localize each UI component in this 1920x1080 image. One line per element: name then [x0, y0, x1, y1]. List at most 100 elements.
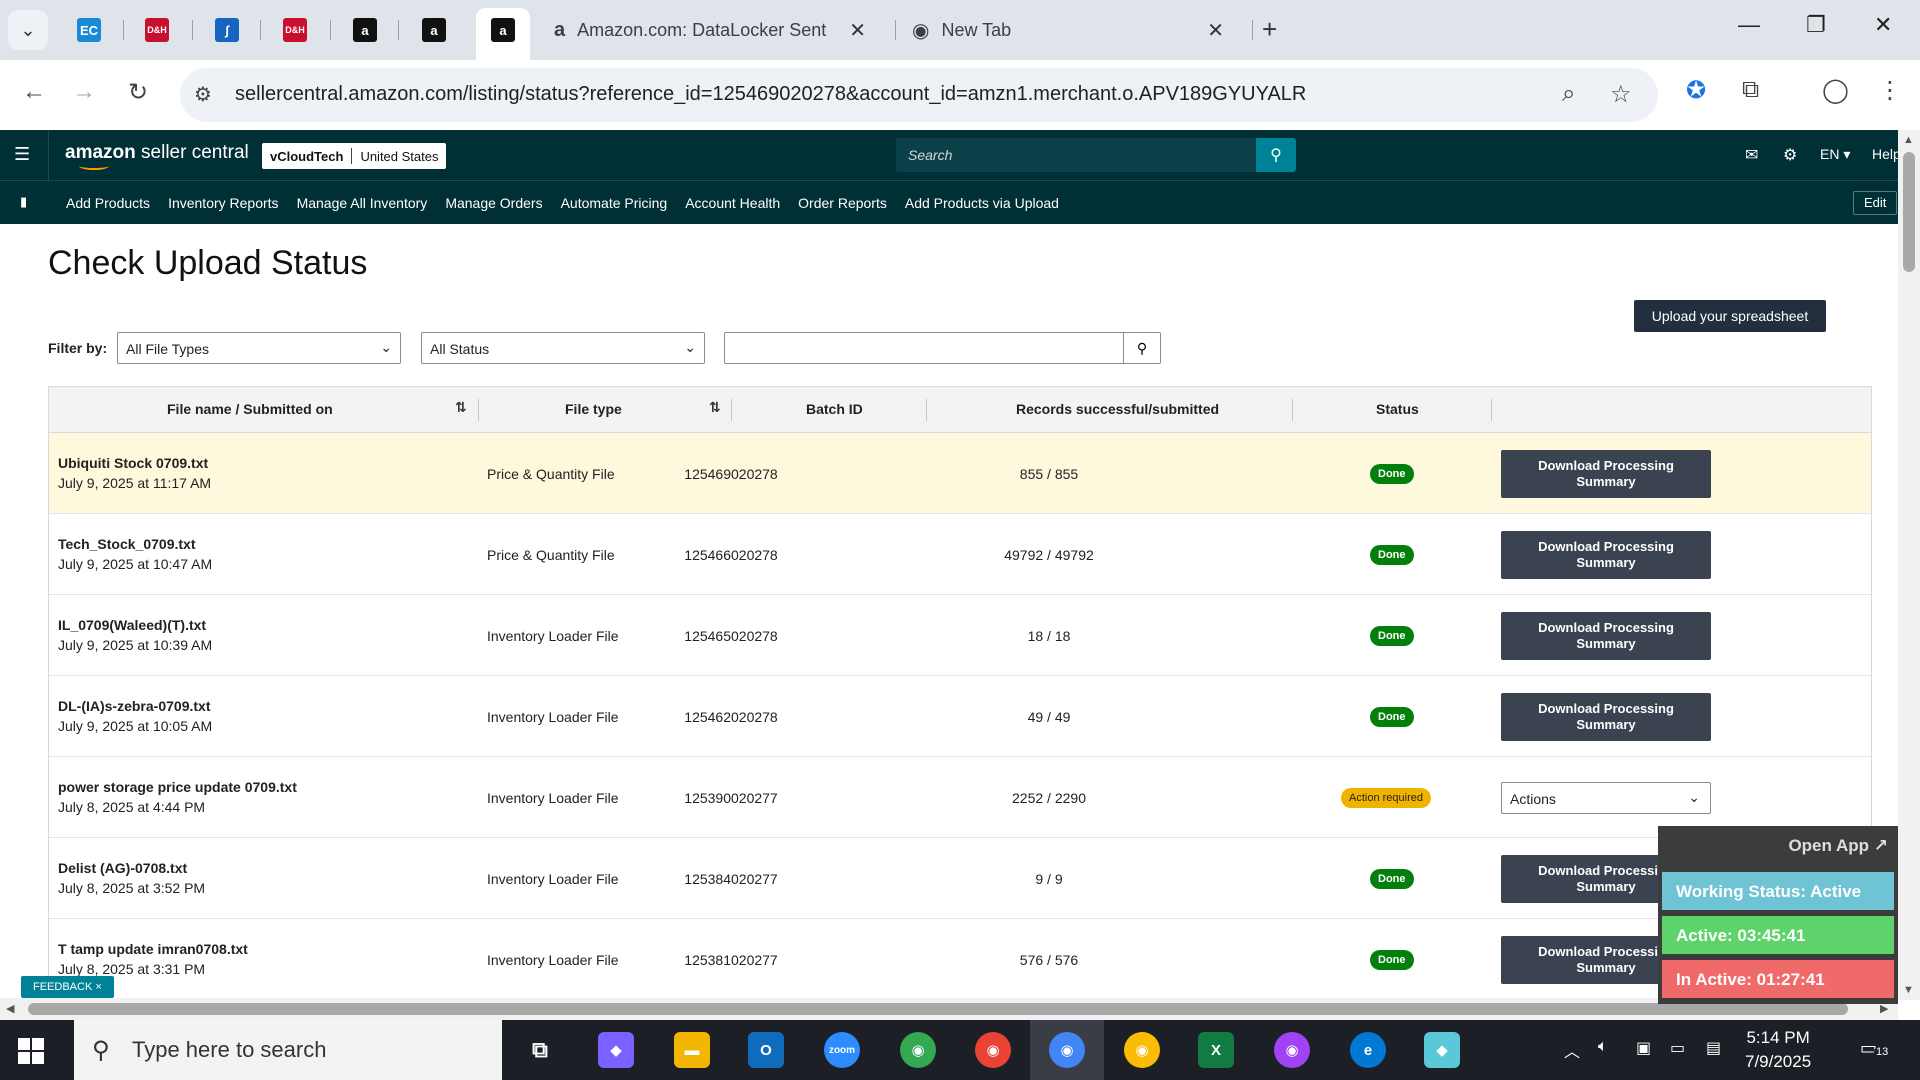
- filter-search-icon[interactable]: ⚲: [1123, 332, 1161, 364]
- minimize-icon[interactable]: —: [1738, 12, 1760, 38]
- download-label-line1: Download Processing: [1538, 944, 1674, 959]
- tab-amazon-datalocker[interactable]: a Amazon.com: DataLocker Sentr ✕: [540, 8, 880, 52]
- download-summary-button[interactable]: Download Processing Summary: [1501, 612, 1711, 660]
- copilot-icon[interactable]: ◆: [598, 1032, 634, 1068]
- extension-icon[interactable]: ✪: [1686, 76, 1706, 105]
- download-summary-button[interactable]: Download Processing Summary: [1501, 531, 1711, 579]
- site-info-icon[interactable]: ⚙: [194, 82, 212, 107]
- taskbar-search-input[interactable]: ⚲ Type here to search: [74, 1020, 502, 1080]
- file-type-filter[interactable]: All File Types ⌄: [117, 332, 401, 364]
- pinned-tab-clip[interactable]: ʃ: [210, 12, 244, 48]
- system-clock[interactable]: 5:14 PM 7/9/2025: [1745, 1026, 1811, 1074]
- close-tab-icon[interactable]: ✕: [1207, 18, 1224, 43]
- chrome-profile-icon[interactable]: ◉: [975, 1032, 1011, 1068]
- zoom-app-icon[interactable]: zoom: [824, 1032, 860, 1068]
- reload-icon[interactable]: ↻: [128, 78, 148, 107]
- edge-icon[interactable]: e: [1350, 1032, 1386, 1068]
- help-link[interactable]: Help: [1872, 146, 1901, 162]
- column-separator: [731, 399, 732, 421]
- horizontal-scrollbar[interactable]: ◀ ▶: [0, 998, 1898, 1020]
- zoom-icon[interactable]: ⌕: [1562, 80, 1575, 108]
- search-icon: ⚲: [92, 1037, 110, 1064]
- forward-arrow-icon[interactable]: →: [72, 78, 96, 106]
- pinned-tab-amazon[interactable]: a: [348, 12, 382, 48]
- horizontal-scroll-thumb[interactable]: [28, 1003, 1848, 1015]
- chrome-active-icon[interactable]: ◉: [1049, 1032, 1085, 1068]
- notification-icon[interactable]: ▭ 13: [1860, 1038, 1891, 1059]
- scroll-left-icon[interactable]: ◀: [6, 1002, 14, 1015]
- scroll-up-icon[interactable]: ▲: [1903, 134, 1914, 146]
- extensions-puzzle-icon[interactable]: ⧉: [1742, 76, 1759, 104]
- nav-account-health[interactable]: Account Health: [685, 195, 780, 211]
- outlook-icon[interactable]: O: [748, 1032, 784, 1068]
- excel-icon[interactable]: X: [1198, 1032, 1234, 1068]
- tab-divider: [192, 20, 193, 40]
- task-view-icon[interactable]: ⧉: [522, 1032, 558, 1068]
- upload-spreadsheet-button[interactable]: Upload your spreadsheet: [1634, 300, 1826, 332]
- filter-search-input[interactable]: [724, 332, 1124, 364]
- pinned-tab-amazon-active[interactable]: a: [486, 12, 520, 48]
- open-app-link[interactable]: Open App ↗: [1788, 836, 1888, 856]
- nav-add-products-upload[interactable]: Add Products via Upload: [905, 195, 1059, 211]
- header-status: Status: [1376, 401, 1419, 417]
- chrome-profile-icon[interactable]: ◉: [1274, 1032, 1310, 1068]
- vertical-scroll-thumb[interactable]: [1903, 152, 1915, 272]
- volume-icon[interactable]: 🔈︎: [1598, 1038, 1608, 1056]
- pinned-tab-ec[interactable]: EC: [72, 12, 106, 48]
- settings-gear-icon[interactable]: ⚙: [1783, 145, 1797, 165]
- seller-search-input[interactable]: Search: [896, 138, 1256, 172]
- bookmark-icon[interactable]: ▮: [20, 194, 27, 210]
- search-icon[interactable]: ⚲: [1256, 138, 1296, 172]
- pinned-tab-amazon-2[interactable]: a: [417, 12, 451, 48]
- download-summary-button[interactable]: Download Processing Summary: [1501, 693, 1711, 741]
- meet-icon[interactable]: ▣: [1636, 1038, 1651, 1058]
- nav-manage-orders[interactable]: Manage Orders: [445, 195, 542, 211]
- nav-add-products[interactable]: Add Products: [66, 195, 150, 211]
- chrome-profile-icon[interactable]: ◉: [900, 1032, 936, 1068]
- sort-icon[interactable]: ⇅: [455, 399, 467, 416]
- status-filter[interactable]: All Status ⌄: [421, 332, 705, 364]
- hamburger-menu-icon[interactable]: ☰: [14, 144, 30, 165]
- new-tab-plus-icon[interactable]: +: [1262, 14, 1277, 45]
- submitted-date: July 9, 2025 at 10:47 AM: [58, 556, 213, 572]
- url-text[interactable]: sellercentral.amazon.com/listing/status?…: [235, 83, 1306, 106]
- profile-icon[interactable]: ◯: [1822, 76, 1849, 105]
- language-selector[interactable]: EN ▾: [1820, 146, 1850, 163]
- tab-search-chevron-icon[interactable]: ⌄: [8, 10, 48, 50]
- nav-order-reports[interactable]: Order Reports: [798, 195, 887, 211]
- back-arrow-icon[interactable]: ←: [22, 78, 46, 106]
- browser-menu-icon[interactable]: ⋮: [1878, 76, 1902, 105]
- logo-amazon-text: amazon: [65, 142, 136, 163]
- tab-new-tab[interactable]: ◉ New Tab ✕: [898, 8, 1238, 52]
- bookmark-star-icon[interactable]: ☆: [1610, 80, 1632, 109]
- restore-icon[interactable]: ❐: [1806, 12, 1826, 38]
- download-summary-button[interactable]: Download Processing Summary: [1501, 450, 1711, 498]
- nav-automate-pricing[interactable]: Automate Pricing: [561, 195, 668, 211]
- feedback-button[interactable]: FEEDBACK ×: [21, 976, 114, 998]
- scroll-down-icon[interactable]: ▼: [1903, 984, 1914, 996]
- address-bar[interactable]: ⚙ sellercentral.amazon.com/listing/statu…: [180, 68, 1658, 122]
- file-explorer-icon[interactable]: ▬: [674, 1032, 710, 1068]
- seller-central-logo[interactable]: amazon seller central: [65, 142, 249, 170]
- vertical-scrollbar[interactable]: ▲ ▼: [1898, 130, 1920, 1000]
- amazon-favicon-icon: a: [353, 18, 377, 42]
- close-tab-icon[interactable]: ✕: [849, 18, 866, 43]
- sort-icon[interactable]: ⇅: [709, 399, 721, 416]
- account-switcher[interactable]: vCloudTech United States: [262, 143, 447, 169]
- pinned-tab-dh-2[interactable]: D&H: [278, 12, 312, 48]
- network-icon[interactable]: ▤: [1706, 1038, 1721, 1058]
- nav-manage-all-inventory[interactable]: Manage All Inventory: [297, 195, 428, 211]
- close-window-icon[interactable]: ✕: [1874, 12, 1892, 38]
- windows-start-icon[interactable]: [18, 1038, 44, 1064]
- chrome-icon[interactable]: ◉: [1124, 1032, 1160, 1068]
- nav-inventory-reports[interactable]: Inventory Reports: [168, 195, 279, 211]
- tray-chevron-icon[interactable]: ︿: [1564, 1038, 1580, 1062]
- app-icon[interactable]: ◆: [1424, 1032, 1460, 1068]
- file-type: Inventory Loader File: [487, 709, 619, 725]
- actions-dropdown[interactable]: Actions ⌄: [1501, 782, 1711, 814]
- battery-icon[interactable]: ▭: [1670, 1038, 1685, 1058]
- pinned-tab-dh[interactable]: D&H: [140, 12, 174, 48]
- mail-icon[interactable]: ✉: [1745, 145, 1758, 165]
- edit-nav-button[interactable]: Edit: [1853, 191, 1898, 215]
- submitted-date: July 8, 2025 at 4:44 PM: [58, 799, 206, 815]
